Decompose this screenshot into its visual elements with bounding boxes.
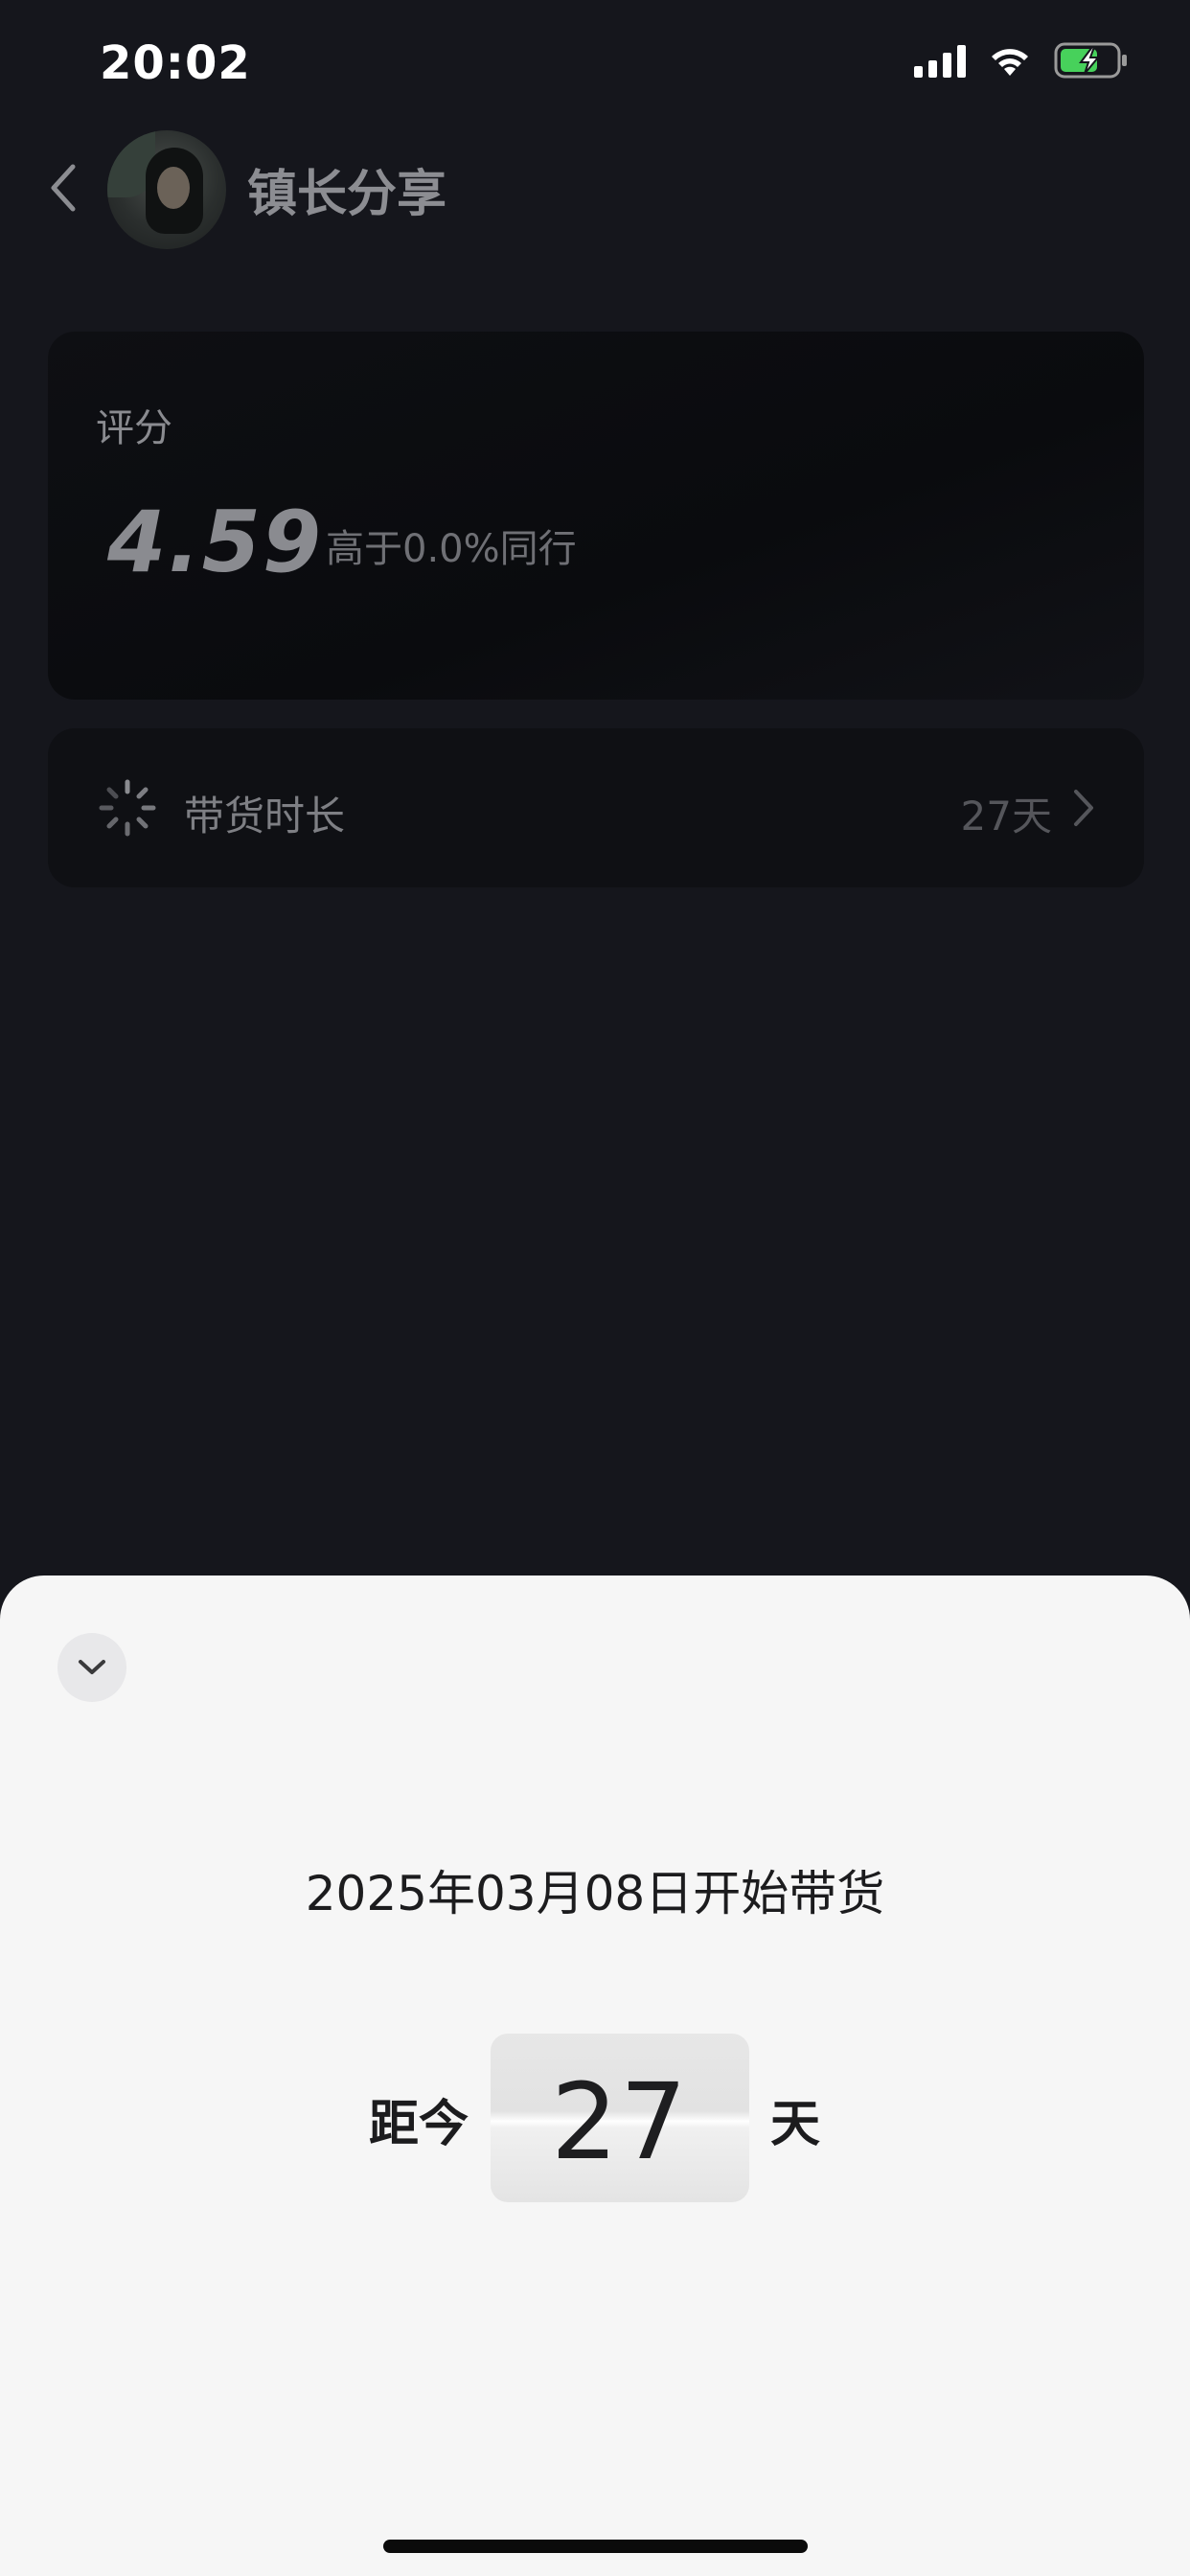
chevron-down-icon	[79, 1660, 105, 1674]
days-counter: 距今 27 天	[0, 2034, 1190, 2204]
back-button[interactable]	[42, 159, 84, 217]
screen: 20:02 镇长分享 评分 4.59 高于0.0%同行 带货时长 27天 202…	[0, 0, 1190, 2576]
signal-icon	[914, 43, 966, 78]
status-time: 20:02	[100, 36, 251, 90]
avatar[interactable]	[107, 130, 226, 249]
battery-charging-icon	[1054, 42, 1129, 79]
chevron-left-icon	[51, 164, 76, 212]
rating-value: 4.59	[107, 493, 324, 591]
page-title: 镇长分享	[247, 166, 447, 223]
selling-duration-row[interactable]: 带货时长 27天	[48, 728, 1144, 887]
flip-counter-box: 27	[491, 2034, 749, 2202]
home-indicator[interactable]	[383, 2540, 808, 2553]
duration-value: 27天	[960, 793, 1052, 840]
rating-label: 评分	[96, 406, 172, 450]
chevron-right-icon	[1074, 790, 1093, 826]
days-prefix: 距今	[369, 2096, 469, 2153]
wifi-icon	[987, 43, 1033, 78]
bottom-sheet: 2025年03月08日开始带货 距今 27 天	[0, 1576, 1190, 2576]
duration-label: 带货时长	[184, 793, 346, 840]
status-icons	[914, 42, 1129, 79]
days-suffix: 天	[770, 2096, 821, 2153]
loading-spinner-icon	[99, 779, 156, 837]
collapse-button[interactable]	[57, 1633, 126, 1702]
rating-card: 评分 4.59 高于0.0%同行	[48, 332, 1144, 700]
start-date-text: 2025年03月08日开始带货	[305, 1866, 885, 1921]
days-number: 27	[551, 2060, 689, 2183]
rating-comparison: 高于0.0%同行	[326, 527, 577, 571]
